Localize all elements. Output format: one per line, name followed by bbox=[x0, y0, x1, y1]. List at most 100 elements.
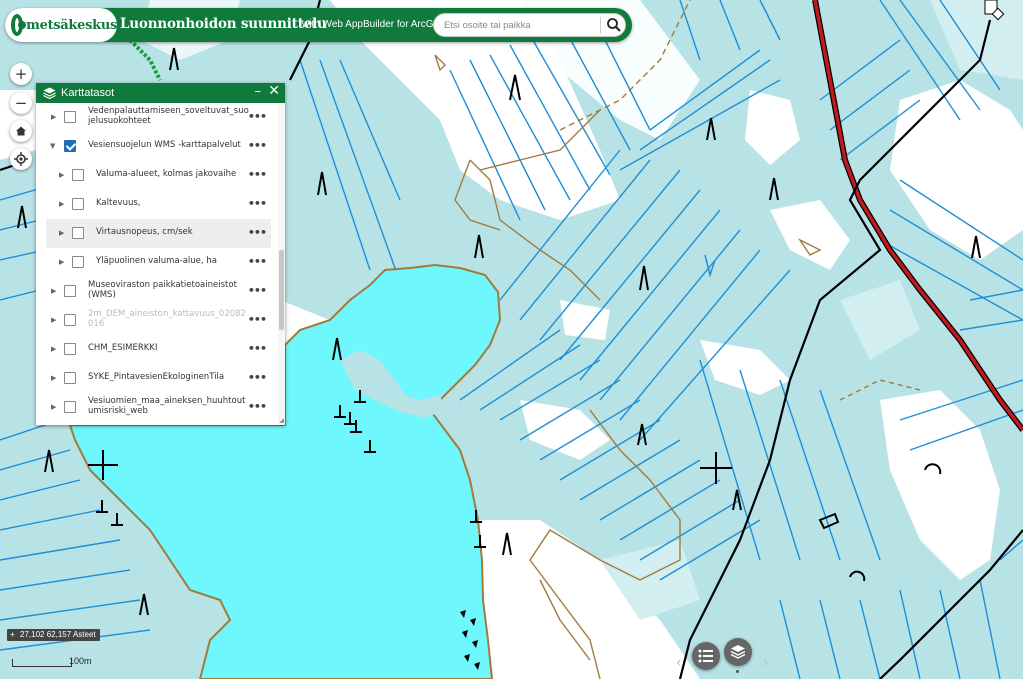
layer-options-button[interactable]: ••• bbox=[248, 256, 267, 267]
coordinate-display[interactable]: +27,102 62,157 Asteet bbox=[7, 629, 100, 641]
expand-caret-icon[interactable]: ▶ bbox=[51, 374, 59, 382]
layer-options-button[interactable]: ••• bbox=[248, 372, 267, 383]
layer-checkbox[interactable] bbox=[64, 343, 76, 355]
search-separator bbox=[600, 17, 601, 34]
home-button[interactable] bbox=[10, 120, 32, 142]
app-header: metsäkeskus Luonnonhoidon suunnittelu wi… bbox=[5, 8, 632, 42]
collapse-caret-icon[interactable]: ▼ bbox=[50, 142, 58, 150]
search-input[interactable] bbox=[444, 17, 594, 33]
layer-checkbox[interactable] bbox=[72, 227, 84, 239]
prev-widget-arrow[interactable]: ‹ bbox=[676, 655, 682, 671]
logo: metsäkeskus bbox=[5, 8, 117, 42]
layer-checkbox[interactable] bbox=[72, 169, 84, 181]
expand-caret-icon[interactable]: ▶ bbox=[51, 403, 59, 411]
expand-caret-icon[interactable]: ▶ bbox=[51, 316, 59, 324]
layer-options-button[interactable]: ••• bbox=[248, 169, 267, 180]
home-icon bbox=[16, 126, 26, 136]
expand-caret-icon[interactable]: ▶ bbox=[59, 258, 67, 266]
panel-title: Karttatasot bbox=[61, 87, 115, 99]
expand-caret-icon[interactable]: ▶ bbox=[51, 345, 59, 353]
layer-row[interactable]: ▶ Virtausnopeus, cm/sek ••• bbox=[46, 219, 271, 248]
expand-caret-icon[interactable]: ▶ bbox=[51, 113, 59, 121]
layer-list: ▶ Vedenpalauttamiseen_soveltuvat_suo jelu… bbox=[36, 103, 278, 425]
app-subtitle: with Web AppBuilder for ArcGIS bbox=[302, 19, 443, 30]
layer-name-line2: (WMS) bbox=[88, 290, 116, 300]
layer-name-line1: 2m_DEM_aineiston_kattavuus_02082 bbox=[88, 309, 246, 319]
logo-ring-icon bbox=[11, 14, 27, 36]
expand-caret-icon[interactable]: ▶ bbox=[59, 200, 67, 208]
layer-name-line1: Vesiuomien_maa_aineksen_huuhtout bbox=[88, 396, 246, 406]
page-indicator-dot bbox=[736, 670, 739, 673]
layer-row[interactable]: ▶ Valuma-alueet, kolmas jakovaihe ••• bbox=[36, 161, 278, 190]
layer-row[interactable]: ▶ Vesiuomien_maa_aineksen_huuhtout umisri… bbox=[36, 393, 278, 422]
layer-checkbox[interactable] bbox=[64, 401, 76, 413]
layer-checkbox[interactable] bbox=[64, 314, 76, 326]
layer-name: SYKE_PintavesienEkologinenTila bbox=[88, 372, 225, 382]
layer-name: Vesiuomien_maa_aineksen_huuhtout umisrisk… bbox=[88, 396, 245, 416]
expand-caret-icon[interactable]: ▶ bbox=[59, 229, 67, 237]
coordinate-text: 27,102 62,157 Asteet bbox=[20, 630, 96, 639]
layer-name-line2: umisriski_web bbox=[88, 406, 148, 416]
layer-row[interactable]: ▶ Kaltevuus, ••• bbox=[36, 190, 278, 219]
layer-row[interactable]: ▶ SYKE_PintavesienEkologinenTila ••• bbox=[36, 364, 278, 393]
layer-name: Yläpuolinen valuma-alue, ha bbox=[96, 256, 217, 266]
layer-name-line1: Vedenpalauttamiseen_soveltuvat_suo bbox=[88, 106, 249, 116]
panel-header[interactable]: Karttatasot – ✕ bbox=[36, 83, 285, 103]
layer-row[interactable]: ▼ Vesiensuojelun WMS -karttapalvelut ••• bbox=[36, 132, 278, 161]
legend-button[interactable] bbox=[692, 642, 720, 670]
layer-name: 2m_DEM_aineiston_kattavuus_02082 016 bbox=[88, 309, 246, 329]
layer-row[interactable]: ▶ CHM_ESIMERKKI ••• bbox=[36, 335, 278, 364]
zoom-in-button[interactable]: + bbox=[10, 63, 32, 85]
expand-caret-icon[interactable]: ▶ bbox=[59, 171, 67, 179]
layer-checkbox[interactable] bbox=[64, 285, 76, 297]
layer-name-line1: Museoviraston paikkatietoaineistot bbox=[88, 280, 237, 290]
layer-name: Virtausnopeus, cm/sek bbox=[96, 227, 193, 237]
layer-options-button[interactable]: ••• bbox=[248, 227, 267, 238]
resize-handle-icon[interactable]: ◢ bbox=[279, 417, 284, 424]
layer-row[interactable]: ▶ Yläpuolinen valuma-alue, ha ••• bbox=[36, 248, 278, 277]
layer-name: Museoviraston paikkatietoaineistot (WMS) bbox=[88, 280, 237, 300]
search-button[interactable] bbox=[606, 17, 622, 33]
panel-scrollbar[interactable] bbox=[278, 103, 285, 425]
layer-name-line2: jelusuokohteet bbox=[88, 116, 151, 126]
layer-row[interactable]: ▶ 2m_DEM_aineiston_kattavuus_02082 016 ••… bbox=[36, 306, 278, 335]
expand-caret-icon[interactable]: ▶ bbox=[51, 287, 59, 295]
zoom-out-label: − bbox=[14, 93, 28, 112]
zoom-out-button[interactable]: − bbox=[10, 92, 32, 114]
layer-options-button[interactable]: ••• bbox=[248, 314, 267, 325]
layer-checkbox[interactable] bbox=[72, 256, 84, 268]
layer-list-panel: Karttatasot – ✕ ▶ Vedenpalauttamiseen_so… bbox=[36, 83, 285, 425]
logo-text: metsäkeskus bbox=[26, 17, 117, 33]
app-title: Luonnonhoidon suunnittelu bbox=[120, 16, 327, 32]
scrollbar-thumb[interactable] bbox=[279, 250, 284, 330]
layer-name: Vesiensuojelun WMS -karttapalvelut bbox=[88, 140, 241, 150]
layer-row[interactable]: ▶ Vedenpalauttamiseen_soveltuvat_suo jelu… bbox=[36, 103, 278, 132]
search-box bbox=[433, 13, 626, 37]
layer-options-button[interactable]: ••• bbox=[248, 140, 267, 151]
close-button[interactable]: ✕ bbox=[268, 83, 280, 99]
locate-icon bbox=[14, 152, 28, 166]
scale-bar bbox=[12, 659, 72, 667]
layer-list-button[interactable] bbox=[724, 638, 752, 666]
flow-arrow bbox=[704, 254, 716, 278]
layers-stack-icon bbox=[43, 87, 56, 99]
next-widget-arrow[interactable]: › bbox=[763, 655, 769, 671]
locate-button[interactable] bbox=[10, 148, 32, 170]
scale-label: 100m bbox=[69, 656, 92, 666]
minimize-button[interactable]: – bbox=[255, 84, 262, 99]
layer-options-button[interactable]: ••• bbox=[248, 285, 267, 296]
layers-icon bbox=[730, 645, 746, 659]
layer-row[interactable]: ▶ Museoviraston paikkatietoaineistot (WMS… bbox=[36, 277, 278, 306]
legend-list-icon bbox=[698, 649, 713, 663]
layer-options-button[interactable]: ••• bbox=[248, 198, 267, 209]
layer-options-button[interactable]: ••• bbox=[248, 343, 267, 354]
zoom-in-label: + bbox=[14, 64, 28, 83]
layer-checkbox[interactable] bbox=[64, 111, 76, 123]
layer-name: Vedenpalauttamiseen_soveltuvat_suo jelusu… bbox=[88, 106, 249, 126]
layer-checkbox[interactable] bbox=[72, 198, 84, 210]
layer-checkbox[interactable] bbox=[64, 372, 76, 384]
layer-checkbox[interactable] bbox=[64, 140, 76, 152]
layer-name: Kaltevuus, bbox=[96, 198, 141, 208]
layer-options-button[interactable]: ••• bbox=[248, 401, 267, 412]
layer-options-button[interactable]: ••• bbox=[248, 111, 267, 122]
